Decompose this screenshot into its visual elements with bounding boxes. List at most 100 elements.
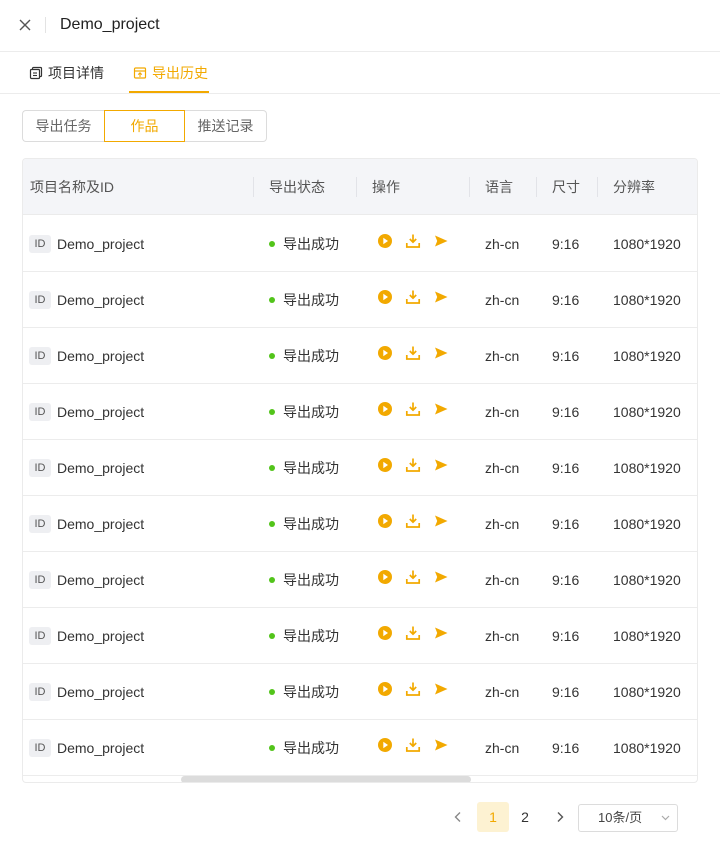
segment-works[interactable]: 作品 bbox=[104, 110, 185, 142]
table-row[interactable]: ID Demo_project 导出成功 zh-cn 9:16 1080*1920 bbox=[23, 664, 697, 720]
export-status: 导出成功 bbox=[269, 272, 339, 328]
aspect-ratio: 9:16 bbox=[552, 628, 580, 644]
resolution: 1080*1920 bbox=[613, 628, 681, 644]
column-divider bbox=[253, 177, 254, 197]
send-icon[interactable] bbox=[433, 625, 449, 641]
copy-icon bbox=[29, 66, 43, 80]
column-header-status: 导出状态 bbox=[269, 179, 325, 195]
send-icon[interactable] bbox=[433, 233, 449, 249]
download-icon[interactable] bbox=[405, 681, 421, 697]
status-dot bbox=[269, 745, 275, 752]
play-icon[interactable] bbox=[377, 737, 393, 753]
tab-export-history[interactable]: 导出历史 bbox=[133, 52, 208, 94]
page-size-select[interactable]: 10条/页 bbox=[578, 804, 678, 832]
table-row[interactable]: ID Demo_project 导出成功 zh-cn 9:16 1080*1920 bbox=[23, 608, 697, 664]
project-name: Demo_project bbox=[57, 348, 145, 364]
download-icon[interactable] bbox=[405, 569, 421, 585]
play-icon[interactable] bbox=[377, 289, 393, 305]
download-icon[interactable] bbox=[405, 345, 421, 361]
segment-export-tasks[interactable]: 导出任务 bbox=[22, 110, 104, 142]
send-icon[interactable] bbox=[433, 737, 449, 753]
chevron-down-icon bbox=[661, 815, 670, 821]
table-row[interactable]: ID Demo_project 导出成功 zh-cn 9:16 1080*1920 bbox=[23, 440, 697, 496]
download-icon[interactable] bbox=[405, 401, 421, 417]
tab-label: 导出历史 bbox=[152, 65, 208, 81]
send-icon[interactable] bbox=[433, 457, 449, 473]
horizontal-scrollbar[interactable] bbox=[181, 776, 471, 782]
column-header-resolution: 分辨率 bbox=[613, 179, 655, 195]
download-icon[interactable] bbox=[405, 737, 421, 753]
export-status: 导出成功 bbox=[269, 440, 339, 496]
send-icon[interactable] bbox=[433, 401, 449, 417]
project-name: Demo_project bbox=[57, 236, 145, 252]
id-tag: ID bbox=[29, 627, 51, 645]
id-tag: ID bbox=[29, 403, 51, 421]
play-icon[interactable] bbox=[377, 401, 393, 417]
aspect-ratio: 9:16 bbox=[552, 516, 580, 532]
next-page-button[interactable] bbox=[545, 802, 575, 832]
resolution: 1080*1920 bbox=[613, 404, 681, 420]
status-dot bbox=[269, 465, 275, 472]
dialog-header: Demo_project bbox=[0, 0, 720, 52]
page-1-button[interactable]: 1 bbox=[477, 802, 509, 832]
send-icon[interactable] bbox=[433, 345, 449, 361]
send-icon[interactable] bbox=[433, 289, 449, 305]
download-icon[interactable] bbox=[405, 625, 421, 641]
chevron-right-icon bbox=[557, 812, 564, 822]
table-row[interactable]: ID Demo_project 导出成功 zh-cn 9:16 1080*1920 bbox=[23, 496, 697, 552]
aspect-ratio: 9:16 bbox=[552, 404, 580, 420]
play-icon[interactable] bbox=[377, 569, 393, 585]
status-dot bbox=[269, 297, 275, 304]
column-divider bbox=[356, 177, 357, 197]
status-text: 导出成功 bbox=[283, 628, 339, 644]
table-row[interactable]: ID Demo_project 导出成功 zh-cn 9:16 1080*1920 bbox=[23, 328, 697, 384]
resolution: 1080*1920 bbox=[613, 572, 681, 588]
column-header-size: 尺寸 bbox=[552, 179, 580, 195]
segment-push-records[interactable]: 推送记录 bbox=[185, 110, 267, 142]
table-row[interactable]: ID Demo_project 导出成功 zh-cn 9:16 1080*1920 bbox=[23, 216, 697, 272]
table-row[interactable]: ID Demo_project 导出成功 zh-cn 9:16 1080*1920 bbox=[23, 720, 697, 776]
page-2-button[interactable]: 2 bbox=[509, 802, 541, 832]
aspect-ratio: 9:16 bbox=[552, 460, 580, 476]
project-name: Demo_project bbox=[57, 684, 145, 700]
play-icon[interactable] bbox=[377, 457, 393, 473]
send-icon[interactable] bbox=[433, 513, 449, 529]
status-dot bbox=[269, 409, 275, 416]
send-icon[interactable] bbox=[433, 681, 449, 697]
table-header: 项目名称及ID 导出状态 操作 语言 尺寸 分辨率 bbox=[23, 159, 697, 215]
play-icon[interactable] bbox=[377, 513, 393, 529]
language: zh-cn bbox=[485, 292, 520, 308]
play-icon[interactable] bbox=[377, 681, 393, 697]
prev-page-button[interactable] bbox=[443, 802, 473, 832]
status-dot bbox=[269, 241, 275, 248]
status-text: 导出成功 bbox=[283, 740, 339, 756]
id-tag: ID bbox=[29, 291, 51, 309]
column-header-name: 项目名称及ID bbox=[30, 179, 114, 195]
aspect-ratio: 9:16 bbox=[552, 292, 580, 308]
resolution: 1080*1920 bbox=[613, 292, 681, 308]
play-icon[interactable] bbox=[377, 625, 393, 641]
export-icon bbox=[133, 67, 147, 79]
download-icon[interactable] bbox=[405, 457, 421, 473]
project-name: Demo_project bbox=[57, 516, 145, 532]
download-icon[interactable] bbox=[405, 233, 421, 249]
chevron-left-icon bbox=[454, 812, 461, 822]
header-divider bbox=[45, 17, 46, 33]
play-icon[interactable] bbox=[377, 345, 393, 361]
table-row[interactable]: ID Demo_project 导出成功 zh-cn 9:16 1080*1920 bbox=[23, 552, 697, 608]
status-text: 导出成功 bbox=[283, 292, 339, 308]
tab-bar: 项目详情 导出历史 bbox=[0, 52, 720, 94]
column-divider bbox=[469, 177, 470, 197]
send-icon[interactable] bbox=[433, 569, 449, 585]
language: zh-cn bbox=[485, 572, 520, 588]
tab-project-details[interactable]: 项目详情 bbox=[29, 52, 104, 94]
table-row[interactable]: ID Demo_project 导出成功 zh-cn 9:16 1080*1920 bbox=[23, 384, 697, 440]
download-icon[interactable] bbox=[405, 289, 421, 305]
close-icon[interactable] bbox=[14, 14, 36, 36]
project-name: Demo_project bbox=[57, 740, 145, 756]
language: zh-cn bbox=[485, 348, 520, 364]
download-icon[interactable] bbox=[405, 513, 421, 529]
resolution: 1080*1920 bbox=[613, 460, 681, 476]
table-row[interactable]: ID Demo_project 导出成功 zh-cn 9:16 1080*1920 bbox=[23, 272, 697, 328]
play-icon[interactable] bbox=[377, 233, 393, 249]
